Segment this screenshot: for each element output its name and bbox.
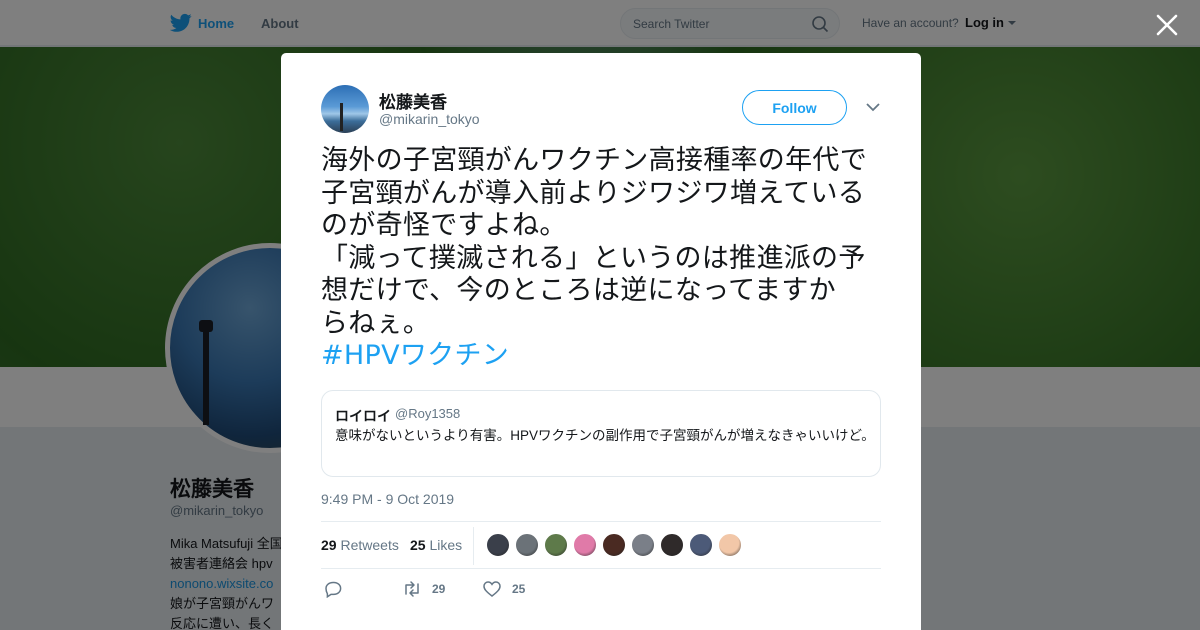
liker-avatar[interactable] [718,533,742,557]
tweet-line: のが奇怪ですよね。 [321,210,567,241]
tweet-line: 子宮頸がんが導入前よりジワジワ増えている [321,177,866,209]
tweet-actions: 29 25 [321,580,881,600]
liker-avatar[interactable] [660,533,684,557]
quoted-author-handle: @Roy1358 [395,406,461,421]
likes-stat[interactable]: 25 Likes [410,537,462,553]
quoted-tweet[interactable]: ロイロイ @Roy1358 意味がないというより有害。HPVワクチンの副作用で子… [321,390,881,477]
like-count: 25 [512,582,526,596]
liker-avatar[interactable] [631,533,655,557]
retweet-count: 29 [432,582,446,596]
retweets-count: 29 [321,537,337,553]
author-handle[interactable]: @mikarin_tokyo [379,111,480,127]
liker-avatar[interactable] [602,533,626,557]
retweets-label: Retweets [340,537,399,553]
tweet-line: らねぇ。 [321,307,431,339]
liker-avatar[interactable] [486,533,510,557]
liker-avatar[interactable] [689,533,713,557]
heart-icon [483,581,501,597]
likes-count: 25 [410,537,426,553]
author-name[interactable]: 松藤美香 [379,88,447,113]
tweet-timestamp[interactable]: 9:49 PM - 9 Oct 2019 [321,491,454,507]
liker-avatar[interactable] [544,533,568,557]
close-icon[interactable] [1154,12,1180,38]
retweets-stat[interactable]: 29 Retweets [321,537,399,553]
author-avatar[interactable] [321,85,369,133]
like-button[interactable]: 25 [482,580,525,598]
reply-icon [325,581,342,598]
tweet-line: 「減って撲滅される」というのは推進派の予 [321,242,866,274]
chevron-down-icon[interactable] [865,101,881,113]
retweet-button[interactable]: 29 [402,580,445,598]
retweet-icon [405,581,419,597]
liker-avatar[interactable] [573,533,597,557]
quoted-tweet-text: 意味がないというより有害。HPVワクチンの副作用で子宮頸がんが増えなきゃいいけど… [335,428,875,443]
stats-divider [473,527,474,565]
tweet-line: 想だけで、今のところは逆になってますか [321,275,836,306]
quoted-author-name: ロイロイ [335,408,391,424]
likes-label: Likes [429,537,463,553]
tweet-line: 海外の子宮頸がんワクチン高接種率の年代で [321,145,867,176]
liker-avatar[interactable] [515,533,539,557]
tweet-stats: 29 Retweets 25 Likes [321,521,881,569]
liker-avatars [486,533,747,557]
reply-button[interactable] [323,580,353,598]
tweet-modal: 松藤美香 @mikarin_tokyo Follow 海外の子宮頸がんワクチン高… [281,53,921,630]
follow-button[interactable]: Follow [742,90,847,125]
hashtag-link[interactable]: #HPVワクチン [321,340,886,373]
tweet-text: 海外の子宮頸がんワクチン高接種率の年代で 子宮頸がんが導入前よりジワジワ増えてい… [321,145,886,373]
